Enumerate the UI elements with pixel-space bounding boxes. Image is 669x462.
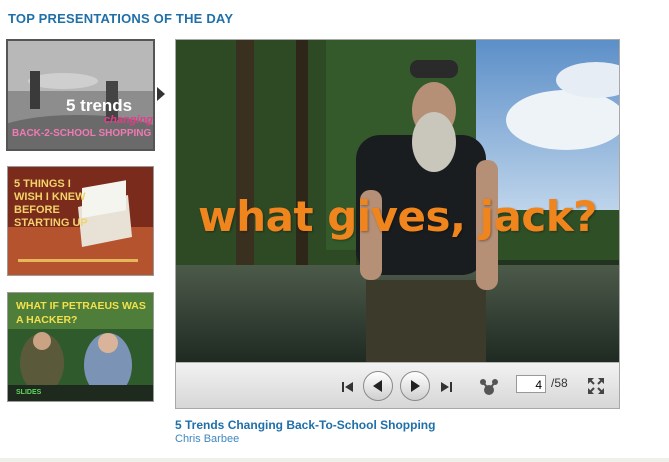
section-title: TOP PRESENTATIONS OF THE DAY	[8, 11, 234, 26]
thumbnail-1-line3: BACK-2-SCHOOL SHOPPING	[12, 128, 152, 139]
fullscreen-button[interactable]	[587, 377, 605, 395]
page-number-input[interactable]: 4	[516, 375, 546, 393]
player-controls: 4 /58	[176, 362, 619, 408]
thumbnail-1[interactable]: 5 trends changing BACK-2-SCHOOL SHOPPING	[6, 39, 155, 151]
share-icon	[480, 379, 498, 395]
thumbnail-2[interactable]: 5 THINGS I WISH I KNEW BEFORE STARTING U…	[7, 166, 154, 276]
thumbnail-1-line2: changing	[104, 114, 153, 126]
thumbnail-2-line4: STARTING UP	[14, 217, 88, 229]
presentation-title-link[interactable]: 5 Trends Changing Back-To-School Shoppin…	[175, 418, 435, 432]
active-thumbnail-indicator-icon	[157, 87, 165, 101]
previous-icon	[373, 380, 382, 392]
last-slide-button[interactable]	[439, 380, 453, 392]
thumbnail-2-line2: WISH I KNEW	[14, 191, 86, 203]
last-slide-icon	[441, 382, 452, 392]
first-slide-button[interactable]	[341, 380, 355, 392]
first-slide-icon	[342, 382, 353, 392]
current-slide[interactable]: what gives, jack?	[176, 40, 619, 362]
thumbnail-2-line1: 5 THINGS I	[14, 178, 71, 190]
bottom-divider	[0, 458, 669, 462]
share-button[interactable]	[479, 377, 499, 397]
next-slide-button[interactable]	[400, 371, 430, 401]
thumbnail-1-line1: 5 trends	[66, 96, 133, 115]
next-icon	[411, 380, 420, 392]
presentation-author-link[interactable]: Chris Barbee	[175, 433, 239, 445]
slide-caption: what gives, jack?	[197, 192, 598, 241]
thumbnail-3-line2: A HACKER?	[16, 314, 78, 326]
previous-slide-button[interactable]	[363, 371, 393, 401]
fullscreen-icon	[588, 378, 604, 394]
thumbnail-3-brand: SLIDES	[16, 389, 42, 396]
slide-player: what gives, jack? 4 /58	[175, 39, 620, 409]
thumbnail-2-line3: BEFORE	[14, 204, 60, 216]
page-total: /58	[551, 376, 568, 390]
thumbnail-3[interactable]: WHAT IF PETRAEUS WAS A HACKER? SLIDES	[7, 292, 154, 402]
thumbnail-3-line1: WHAT IF PETRAEUS WAS	[16, 300, 146, 312]
